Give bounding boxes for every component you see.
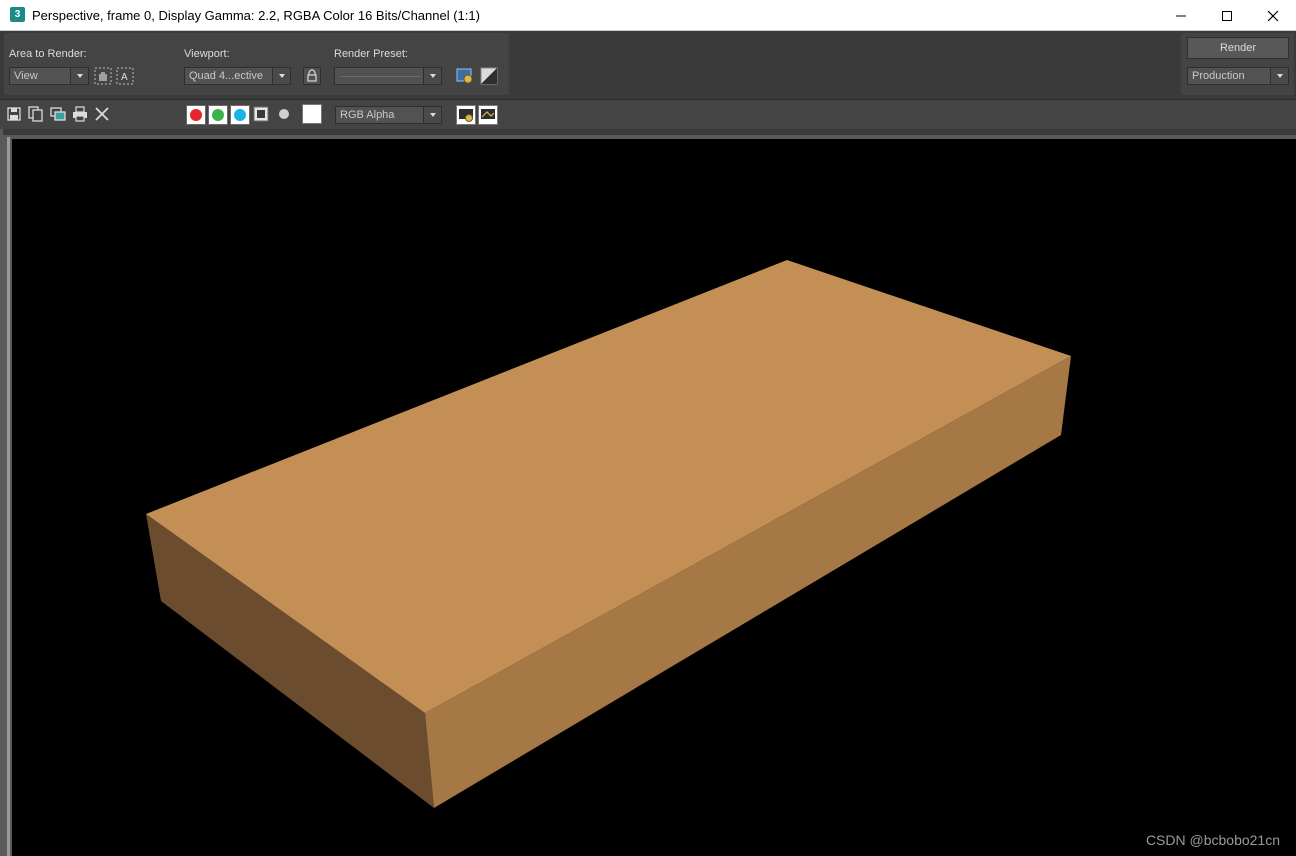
clear-icon xyxy=(95,107,109,121)
chevron-down-icon xyxy=(1270,68,1288,84)
rendered-scene xyxy=(146,260,1071,808)
lock-viewport-button[interactable] xyxy=(303,67,321,85)
render-preset-dropdown[interactable] xyxy=(334,67,442,85)
alpha-channel-icon xyxy=(253,106,269,122)
chevron-down-icon xyxy=(70,68,88,84)
auto-region-icon: A xyxy=(116,67,134,85)
color-swatch[interactable] xyxy=(302,104,322,124)
red-channel-icon xyxy=(190,109,202,121)
watermark-text: CSDN @bcbobo21cn xyxy=(1145,832,1280,848)
maximize-button[interactable] xyxy=(1204,0,1250,31)
maximize-icon xyxy=(1222,11,1232,21)
svg-text:A: A xyxy=(121,72,128,83)
display-channel-value: RGB Alpha xyxy=(340,109,395,121)
copy-image-icon xyxy=(50,107,66,121)
chevron-down-icon xyxy=(423,107,441,123)
frame-buffer-toolbar: RGB Alpha xyxy=(0,99,1296,129)
app-logo-icon: 3 xyxy=(10,7,25,22)
viewport-dropdown[interactable]: Quad 4...ective xyxy=(184,67,291,85)
blue-channel-toggle[interactable] xyxy=(230,105,250,125)
display-settings-icon xyxy=(478,105,498,125)
area-to-render-label: Area to Render: xyxy=(9,48,87,60)
render-setup-button[interactable] xyxy=(456,67,474,85)
red-channel-toggle[interactable] xyxy=(186,105,206,125)
clone-window-button[interactable] xyxy=(28,106,44,122)
viewport-value: Quad 4...ective xyxy=(189,70,263,82)
rendered-frame-area: CSDN @bcbobo21cn xyxy=(0,129,1296,856)
render-button[interactable]: Render xyxy=(1187,37,1289,59)
print-image-button[interactable] xyxy=(72,106,88,122)
green-channel-toggle[interactable] xyxy=(208,105,228,125)
chevron-down-icon xyxy=(272,68,290,84)
area-to-render-value: View xyxy=(14,70,38,82)
alpha-channel-toggle[interactable] xyxy=(253,106,269,122)
lock-icon xyxy=(303,67,321,85)
render-settings-group xyxy=(4,33,509,95)
area-to-render-dropdown[interactable]: View xyxy=(9,67,89,85)
print-icon xyxy=(73,106,87,122)
save-image-button[interactable] xyxy=(6,106,22,122)
viewport-top-strip xyxy=(3,129,1296,135)
viewport-left-edge xyxy=(7,137,10,856)
rendered-image[interactable]: CSDN @bcbobo21cn xyxy=(12,139,1296,856)
render-mode-dropdown[interactable]: Production xyxy=(1187,67,1289,85)
copy-image-button[interactable] xyxy=(50,106,66,122)
render-setup-icon xyxy=(456,68,473,84)
edit-region-button[interactable] xyxy=(94,67,112,85)
chevron-down-icon xyxy=(423,68,441,84)
clear-image-button[interactable] xyxy=(94,106,110,122)
hand-region-icon xyxy=(94,67,112,85)
clone-icon xyxy=(28,106,43,122)
frame-window-icon xyxy=(456,105,476,125)
minimize-icon xyxy=(1176,15,1186,17)
show-rendered-frame-window-button[interactable] xyxy=(456,105,476,125)
render-mode-value: Production xyxy=(1192,70,1245,82)
preset-placeholder-line xyxy=(341,76,421,77)
title-bar: 3 Perspective, frame 0, Display Gamma: 2… xyxy=(0,0,1296,31)
monochrome-toggle[interactable] xyxy=(277,107,293,123)
environment-effects-button[interactable] xyxy=(480,67,498,85)
render-preset-label: Render Preset: xyxy=(334,48,408,60)
save-icon xyxy=(7,107,21,121)
minimize-button[interactable] xyxy=(1158,0,1204,31)
window-title: Perspective, frame 0, Display Gamma: 2.2… xyxy=(32,8,480,23)
blue-channel-icon xyxy=(234,109,246,121)
monochrome-icon xyxy=(279,109,289,119)
auto-region-button[interactable]: A xyxy=(116,67,134,85)
render-controls-panel: Area to Render: View A Viewport: Quad 4.… xyxy=(0,31,1296,99)
green-channel-icon xyxy=(212,109,224,121)
display-channel-dropdown[interactable]: RGB Alpha xyxy=(335,106,442,124)
image-display-settings-button[interactable] xyxy=(478,105,498,125)
close-icon xyxy=(1267,10,1279,22)
close-window-button[interactable] xyxy=(1250,0,1296,31)
viewport-label: Viewport: xyxy=(184,48,230,60)
exposure-icon xyxy=(480,67,498,85)
